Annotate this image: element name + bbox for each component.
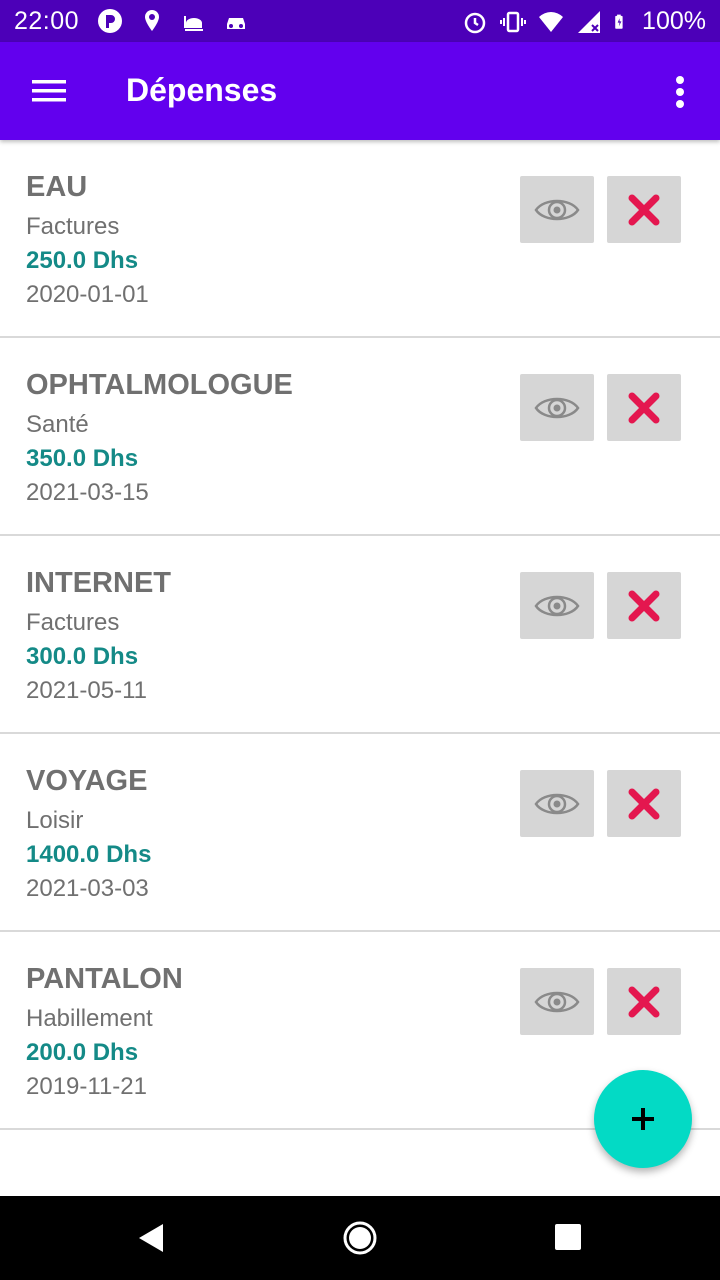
home-icon[interactable] [342,1220,378,1256]
delete-button[interactable] [607,572,681,639]
view-button[interactable] [520,374,594,441]
view-button[interactable] [520,572,594,639]
delete-button[interactable] [607,374,681,441]
expense-amount: 200.0 Dhs [26,1039,139,1066]
signal-icon [578,10,601,33]
expense-amount: 250.0 Dhs [26,247,139,274]
more-options-icon[interactable] [662,70,698,114]
eye-icon [534,595,580,616]
eye-icon [534,793,580,814]
expense-amount: 350.0 Dhs [26,445,139,472]
expense-date: 2021-03-15 [26,479,149,506]
system-nav-bar [0,1196,720,1280]
status-time: 22:00 [14,7,80,35]
car-icon [227,18,245,29]
delete-button[interactable] [607,968,681,1035]
battery-icon [615,14,623,29]
close-icon [628,788,660,819]
expense-amount: 300.0 Dhs [26,643,139,670]
eye-icon [534,199,580,220]
expense-name: EAU [26,171,88,203]
expense-category: Santé [26,411,89,438]
expense-date: 2021-03-03 [26,875,149,902]
mosque-icon [184,16,203,31]
expense-category: Factures [26,609,120,636]
status-bar: 22:00 100% [0,0,720,42]
battery-percent: 100% [642,7,706,35]
close-icon [628,392,660,423]
expense-name: OPHTALMOLOGUE [26,369,293,401]
notification-icons [97,8,249,34]
eye-icon [534,991,580,1012]
view-button[interactable] [520,770,594,837]
view-button[interactable] [520,968,594,1035]
parking-icon [98,9,122,33]
expense-amount: 1400.0 Dhs [26,841,152,868]
expense-date: 2021-05-11 [26,677,147,704]
close-icon [628,986,660,1017]
expense-category: Loisir [26,807,84,834]
list-item[interactable]: OPHTALMOLOGUE Santé 350.0 Dhs 2021-03-15 [0,338,720,536]
expense-list: EAU Factures 250.0 Dhs 2020-01-01 OPHTAL… [0,140,720,1130]
eye-icon [534,397,580,418]
list-item[interactable]: INTERNET Factures 300.0 Dhs 2021-05-11 [0,536,720,734]
alarm-icon [464,12,486,33]
delete-button[interactable] [607,770,681,837]
delete-button[interactable] [607,176,681,243]
list-item[interactable]: VOYAGE Loisir 1400.0 Dhs 2021-03-03 [0,734,720,932]
list-item[interactable]: EAU Factures 250.0 Dhs 2020-01-01 [0,140,720,338]
expense-category: Habillement [26,1005,153,1032]
close-icon [628,590,660,621]
recents-icon[interactable] [554,1223,582,1251]
wifi-icon [539,11,564,32]
expense-date: 2019-11-21 [26,1073,147,1100]
view-button[interactable] [520,176,594,243]
expense-name: PANTALON [26,963,183,995]
menu-icon[interactable] [22,69,76,113]
location-pin-icon [145,10,159,31]
add-expense-button[interactable] [594,1070,692,1168]
expense-category: Factures [26,213,120,240]
back-icon[interactable] [136,1222,166,1254]
expense-name: VOYAGE [26,765,148,797]
plus-icon [632,1108,654,1130]
expense-name: INTERNET [26,567,171,599]
app-bar: Dépenses [0,42,720,140]
page-title: Dépenses [126,72,278,108]
close-icon [628,194,660,225]
vibrate-icon [500,11,527,32]
system-status-icons: 100% [462,7,706,36]
expense-date: 2020-01-01 [26,281,149,308]
